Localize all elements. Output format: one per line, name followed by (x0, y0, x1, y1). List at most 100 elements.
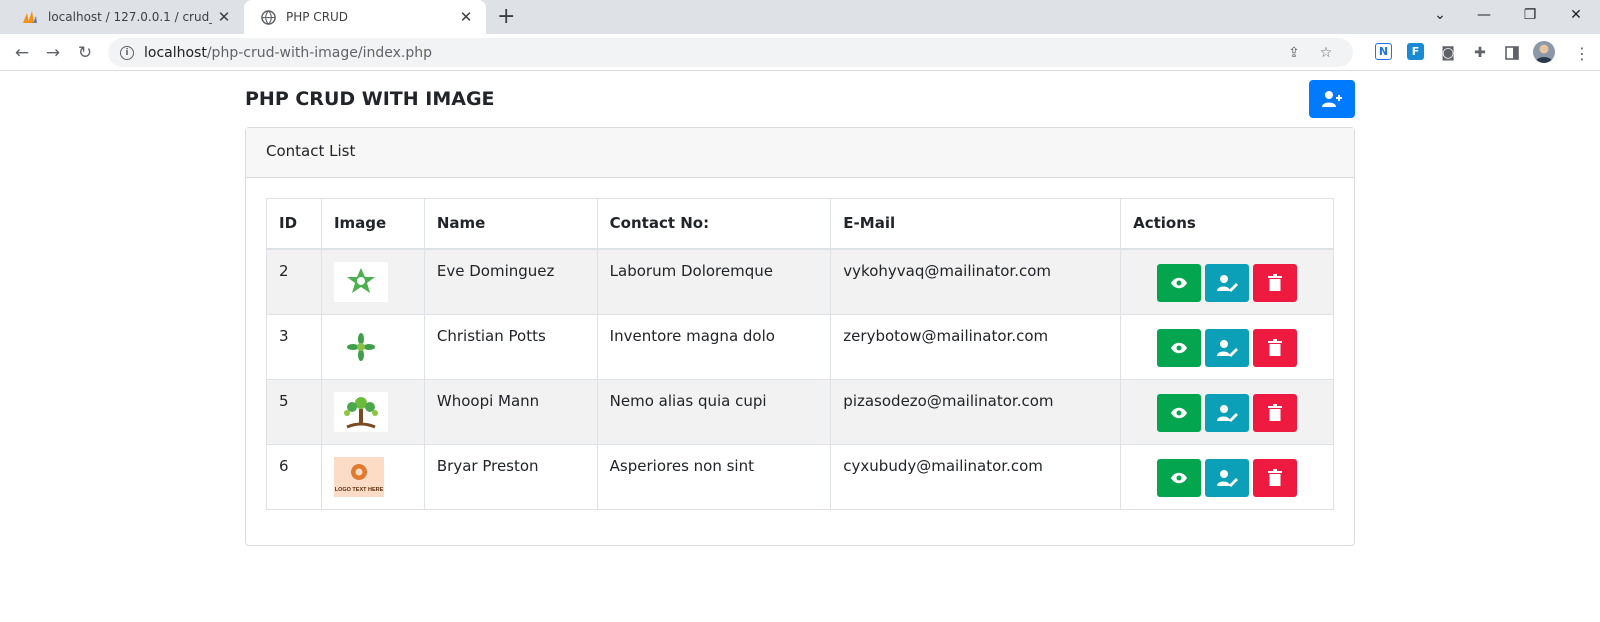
extension-n-icon[interactable]: N (1375, 43, 1392, 60)
tab-php-crud[interactable]: PHP CRUD ✕ (244, 0, 486, 34)
extensions-puzzle-icon[interactable]: ✚ (1470, 43, 1490, 63)
view-button[interactable] (1157, 263, 1202, 302)
url-host: localhost (144, 44, 207, 61)
cell-email: pizasodezo@mailinator.com (830, 378, 1122, 445)
cell-name: Bryar Preston (423, 443, 598, 510)
cell-image (320, 248, 425, 315)
close-icon[interactable]: ✕ (454, 8, 478, 26)
globe-icon (260, 9, 276, 25)
table-row: 5 Whoopi Mann Nemo alias quia cupi pizas… (266, 378, 1334, 445)
edit-button[interactable] (1205, 328, 1250, 367)
cell-email: zerybotow@mailinator.com (830, 313, 1122, 380)
trash-icon (1268, 274, 1283, 291)
avatar[interactable] (1533, 41, 1555, 63)
cell-image (320, 313, 425, 380)
browser-tab-bar: localhost / 127.0.0.1 / crud_app | ... ✕… (0, 0, 1600, 34)
column-header-name: Name (423, 198, 598, 250)
table-row: 2 Eve Dominguez Laborum Doloremque vykoh… (266, 248, 1334, 315)
column-header-contact: Contact No: (596, 198, 832, 250)
eye-icon (1171, 472, 1188, 483)
address-bar-row: ← → ↻ i localhost/php-crud-with-image/in… (0, 34, 1600, 71)
trash-icon (1268, 339, 1283, 356)
window-close-icon[interactable]: ✕ (1560, 0, 1592, 30)
tab-phpmyadmin[interactable]: localhost / 127.0.0.1 / crud_app | ... ✕ (8, 0, 244, 34)
user-edit-icon (1217, 339, 1239, 357)
cell-contact: Nemo alias quia cupi (596, 378, 832, 445)
cell-image (320, 378, 425, 445)
side-panel-icon[interactable] (1502, 43, 1522, 63)
cell-contact: Inventore magna dolo (596, 313, 832, 380)
close-icon[interactable]: ✕ (212, 8, 236, 26)
contact-list-card: Contact List ID Image Name Contact No: E… (245, 127, 1355, 546)
logo-text: LOGO TEXT HERE (335, 487, 384, 493)
tab-title: PHP CRUD (286, 10, 349, 24)
cell-actions (1120, 313, 1334, 380)
bookmark-star-icon[interactable]: ☆ (1316, 43, 1336, 63)
cell-id: 2 (266, 248, 322, 315)
restore-icon[interactable]: ❐ (1514, 0, 1546, 30)
tab-search-icon[interactable]: ⌄ (1424, 0, 1456, 30)
cell-id: 6 (266, 443, 322, 510)
column-header-actions: Actions (1120, 198, 1334, 250)
new-tab-icon[interactable]: + (497, 5, 515, 29)
column-header-email: E-Mail (830, 198, 1122, 250)
delete-button[interactable] (1253, 328, 1298, 367)
site-info-icon[interactable]: i (120, 45, 134, 60)
url-path: /php-crud-with-image/index.php (206, 44, 432, 61)
share-icon[interactable]: ⇪ (1284, 43, 1304, 63)
eye-icon (1171, 407, 1188, 418)
delete-button[interactable] (1253, 393, 1298, 432)
add-user-button[interactable] (1309, 80, 1355, 118)
cell-name: Christian Potts (423, 313, 598, 380)
delete-button[interactable] (1253, 263, 1298, 302)
cell-actions (1120, 378, 1334, 445)
view-button[interactable] (1157, 458, 1202, 497)
contacts-table: ID Image Name Contact No: E-Mail Actions… (266, 198, 1334, 510)
edit-button[interactable] (1205, 263, 1250, 302)
cell-actions (1120, 248, 1334, 315)
table-header-row: ID Image Name Contact No: E-Mail Actions (266, 198, 1334, 250)
user-edit-icon (1217, 469, 1239, 487)
cell-contact: Laborum Doloremque (596, 248, 832, 315)
menu-kebab-icon[interactable]: ⋮ (1572, 43, 1592, 63)
camera-icon[interactable]: ◙ (1438, 43, 1458, 63)
cell-image: LOGO TEXT HERE (320, 443, 425, 510)
column-header-id: ID (266, 198, 322, 250)
forward-icon[interactable]: → (40, 40, 66, 66)
edit-button[interactable] (1205, 393, 1250, 432)
column-header-image: Image (320, 198, 425, 250)
extension-ft-icon[interactable]: F (1407, 43, 1424, 60)
card-header: Contact List (246, 128, 1354, 178)
table-row: 6 LOGO TEXT HERE Bryar Preston Asperiore… (266, 443, 1334, 510)
user-edit-icon (1217, 274, 1239, 292)
phpmyadmin-icon (22, 9, 38, 25)
delete-button[interactable] (1253, 458, 1298, 497)
table-row: 3 Christian Potts Inventore magna dolo z… (266, 313, 1334, 380)
view-button[interactable] (1157, 328, 1202, 367)
contact-image: LOGO TEXT HERE (333, 456, 384, 497)
eye-icon (1171, 277, 1188, 288)
cell-email: vykohyvaq@mailinator.com (830, 248, 1122, 315)
view-button[interactable] (1157, 393, 1202, 432)
trash-icon (1268, 404, 1283, 421)
cell-id: 5 (266, 378, 322, 445)
contact-image (333, 261, 388, 302)
cell-name: Whoopi Mann (423, 378, 598, 445)
cell-name: Eve Dominguez (423, 248, 598, 315)
contact-image (333, 326, 388, 367)
back-icon[interactable]: ← (9, 40, 35, 66)
cell-contact: Asperiores non sint (596, 443, 832, 510)
cell-actions (1120, 443, 1334, 510)
tab-title: localhost / 127.0.0.1 / crud_app | ... (48, 10, 212, 24)
cell-id: 3 (266, 313, 322, 380)
reload-icon[interactable]: ↻ (72, 40, 98, 66)
page-title: PHP CRUD WITH IMAGE (245, 88, 495, 110)
cell-email: cyxubudy@mailinator.com (830, 443, 1122, 510)
user-edit-icon (1217, 404, 1239, 422)
eye-icon (1171, 342, 1188, 353)
user-plus-icon (1322, 91, 1342, 107)
edit-button[interactable] (1205, 458, 1250, 497)
url-input[interactable]: i localhost/php-crud-with-image/index.ph… (108, 38, 1353, 67)
minimize-icon[interactable]: — (1468, 0, 1500, 30)
contact-image (333, 391, 388, 432)
